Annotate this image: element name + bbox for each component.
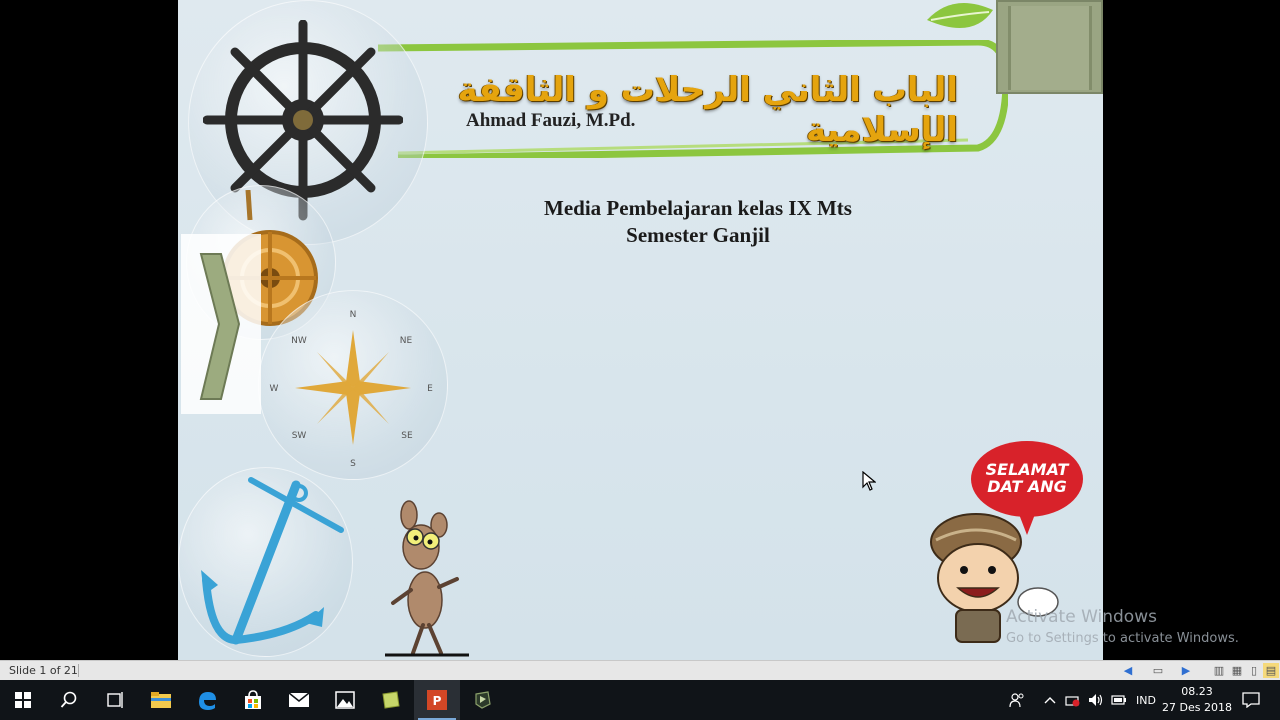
previous-slide-arrow-icon[interactable]: [181, 234, 261, 414]
windows-logo-icon: [15, 692, 31, 708]
welcome-speech-bubble: SELAMAT DAT ANG: [971, 441, 1083, 535]
reading-view-icon[interactable]: ▯: [1246, 663, 1262, 678]
notification-icon: [1242, 692, 1260, 708]
subtitle-line-2: Semester Ganjil: [626, 223, 770, 247]
action-center-button[interactable]: [1238, 680, 1264, 720]
compass-w: W: [270, 384, 279, 394]
system-clock[interactable]: 08.23 27 Des 2018: [1160, 684, 1234, 716]
battery-icon: [1111, 695, 1126, 705]
task-view-button[interactable]: [92, 680, 138, 720]
next-slide-icon[interactable]: ▶: [1178, 663, 1194, 678]
subtitle-line-1: Media Pembelajaran kelas IX Mts: [544, 196, 852, 220]
mail-button[interactable]: [276, 680, 322, 720]
compass-ne: NE: [400, 336, 413, 346]
compass-icon: N S E W NE NW SE SW: [270, 310, 434, 469]
network-icon: [1065, 696, 1080, 707]
arabic-slide-title: الباب الثاني الرحلات و الثاقفة الإسلامية: [457, 70, 958, 150]
battery-tray-icon[interactable]: [1108, 680, 1130, 720]
slide-menu-icon[interactable]: ▭: [1150, 663, 1166, 678]
compass-se: SE: [401, 431, 413, 441]
people-icon: [1009, 693, 1024, 708]
speech-line-2: DAT ANG: [987, 477, 1067, 496]
slide-subtitle: Media Pembelajaran kelas IX Mts Semester…: [498, 195, 898, 249]
speaker-icon: [1089, 694, 1103, 706]
status-divider: [78, 664, 79, 677]
people-tray-icon[interactable]: [1005, 680, 1029, 720]
mail-icon: [288, 692, 310, 707]
windows-taskbar: P IND 08.23 27 Des 2018: [0, 680, 1280, 720]
search-button[interactable]: [46, 680, 92, 720]
slide-sorter-icon[interactable]: ▦: [1229, 663, 1245, 678]
previous-slide-icon[interactable]: ◀: [1120, 663, 1136, 678]
speech-line-1: SELAMAT: [985, 460, 1069, 479]
mouse-cursor-icon: [862, 471, 876, 491]
store-bag-icon: [245, 690, 261, 709]
photos-icon: [335, 691, 355, 709]
slide-counter: Slide 1 of 21: [9, 664, 78, 677]
rat-character-icon: [385, 500, 469, 657]
powerpoint-icon: P: [427, 690, 447, 710]
start-button[interactable]: [0, 680, 46, 720]
notes-app-button[interactable]: [368, 680, 414, 720]
folder-icon: [151, 692, 171, 708]
chevron-up-icon: [1044, 697, 1056, 704]
store-button[interactable]: [230, 680, 276, 720]
compass-sw: SW: [292, 431, 307, 441]
photos-button[interactable]: [322, 680, 368, 720]
media-app-button[interactable]: [460, 680, 506, 720]
notes-icon: [382, 691, 400, 709]
anchor-icon: [201, 477, 344, 645]
file-explorer-button[interactable]: [138, 680, 184, 720]
network-tray-icon[interactable]: [1062, 680, 1082, 720]
powerpoint-button[interactable]: P: [414, 680, 460, 720]
slide-show-icon[interactable]: ▤: [1263, 663, 1279, 678]
compass-nw: NW: [291, 336, 307, 346]
presentation-stage: N S E W NE NW SE SW SELAMAT DAT ANG البا…: [0, 0, 1280, 660]
normal-view-icon[interactable]: ▥: [1211, 663, 1227, 678]
edge-browser-button[interactable]: [184, 680, 230, 720]
watermark-line-1: Activate Windows: [1006, 607, 1157, 627]
clock-date: 27 Des 2018: [1162, 701, 1232, 714]
compass-e: E: [427, 384, 433, 394]
corner-decoration: [996, 0, 1103, 94]
clock-time: 08.23: [1181, 685, 1213, 698]
show-hidden-icons-button[interactable]: [1040, 680, 1060, 720]
search-icon: [60, 691, 77, 708]
edge-icon: [199, 692, 216, 710]
svg-text:P: P: [433, 694, 442, 708]
compass-n: N: [350, 310, 357, 320]
author-name: Ahmad Fauzi, M.Pd.: [466, 110, 636, 131]
media-app-icon: [475, 691, 491, 709]
leaf-icon: [927, 2, 993, 28]
input-language-indicator[interactable]: IND: [1132, 680, 1160, 720]
volume-tray-icon[interactable]: [1085, 680, 1107, 720]
powerpoint-status-bar: Slide 1 of 21 ◀ ▭ ▶ ▥ ▦ ▯ ▤: [0, 660, 1280, 680]
compass-s: S: [350, 459, 356, 469]
task-view-icon: [107, 692, 123, 708]
watermark-line-2: Go to Settings to activate Windows.: [1006, 631, 1239, 646]
activate-windows-watermark: Activate Windows Go to Settings to activ…: [1006, 607, 1239, 646]
slide-canvas[interactable]: N S E W NE NW SE SW SELAMAT DAT ANG البا…: [178, 0, 1103, 660]
